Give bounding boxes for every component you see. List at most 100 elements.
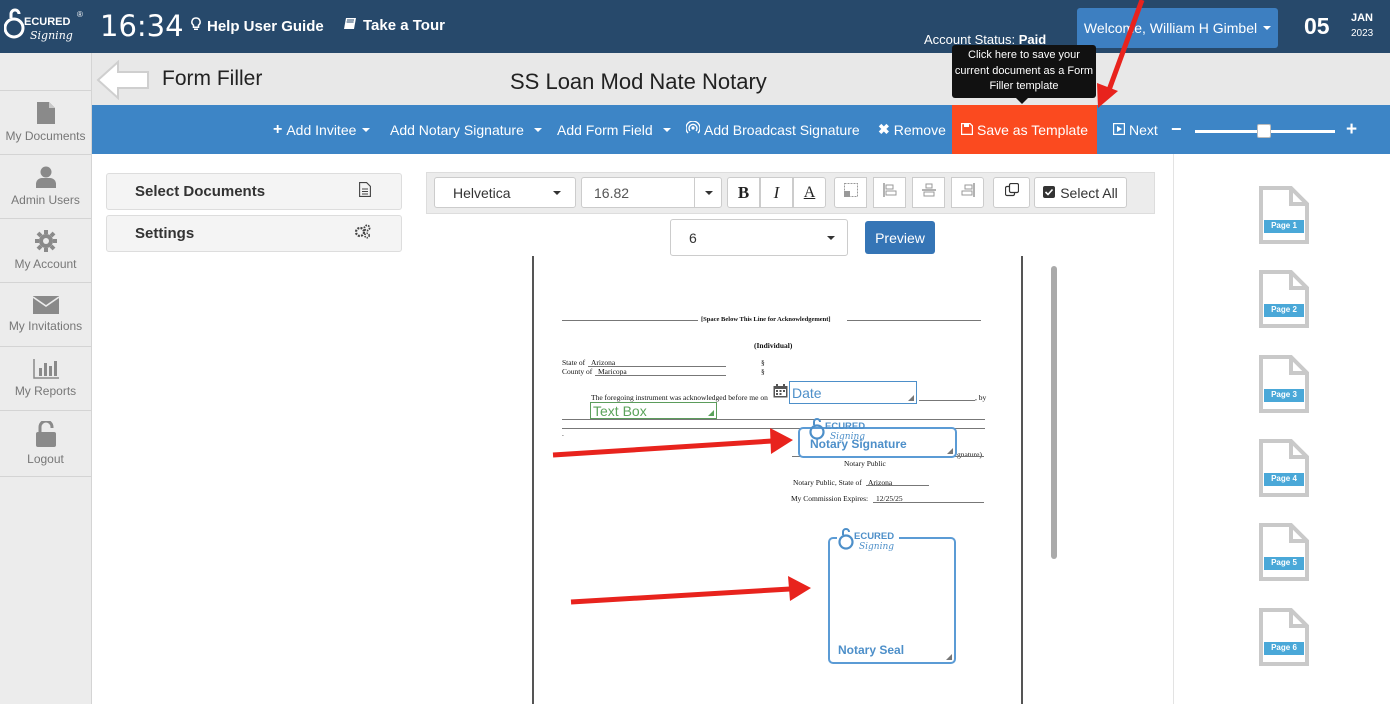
page-thumbnail[interactable]: Page 6 — [1259, 608, 1309, 666]
thumbnail-column-divider — [1173, 154, 1174, 704]
zoom-out-button[interactable]: − — [1171, 105, 1182, 154]
save-template-tooltip: Click here to save your current document… — [952, 45, 1096, 104]
seal-logo-text-1: ECURED — [854, 531, 894, 542]
select-all-label: Select All — [1060, 184, 1118, 201]
by-text: , by — [975, 393, 987, 402]
add-broadcast-signature-button[interactable]: Add Broadcast Signature — [685, 105, 860, 154]
page-thumbnail[interactable]: Page 1 — [1259, 186, 1309, 244]
zoom-slider-handle[interactable] — [1257, 124, 1271, 138]
floppy-icon — [960, 122, 973, 138]
align-size-button[interactable] — [834, 177, 867, 208]
resize-handle-icon[interactable] — [708, 410, 714, 416]
sidebar-item-my-invitations[interactable]: My Invitations — [0, 283, 91, 347]
space-below-line-text: [Space Below This Line for Acknowledgeme… — [701, 316, 831, 323]
sidebar-item-my-reports[interactable]: My Reports — [0, 347, 91, 411]
align-right-icon — [961, 183, 975, 202]
sidebar-item-label: My Documents — [5, 129, 86, 143]
align-right-button[interactable] — [951, 177, 984, 208]
page-thumbnail-label: Page 2 — [1271, 305, 1297, 314]
zoom-in-button[interactable]: + — [1346, 105, 1357, 154]
page-thumbnail-icon — [1259, 439, 1309, 497]
settings-button[interactable]: Settings — [106, 215, 402, 252]
align-left-button[interactable] — [873, 177, 906, 208]
sidebar-item-my-account[interactable]: My Account — [0, 219, 91, 283]
italic-button[interactable]: I — [760, 177, 793, 208]
play-square-icon — [1113, 122, 1126, 138]
chevron-down-icon — [362, 127, 371, 132]
remove-button[interactable]: ✖ Remove — [878, 105, 946, 154]
resize-handle-icon[interactable] — [908, 395, 914, 401]
page-thumbnail-icon — [1259, 608, 1309, 666]
document-scrollbar[interactable] — [1051, 266, 1057, 559]
gear-icon — [34, 230, 57, 252]
add-notary-signature-button[interactable]: Add Notary Signature — [390, 105, 542, 154]
page-thumbnail[interactable]: Page 2 — [1259, 270, 1309, 328]
preview-button[interactable]: Preview — [865, 221, 935, 254]
chevron-down-icon — [553, 190, 561, 195]
divider-line — [562, 320, 698, 321]
sidebar-item-logout[interactable]: Logout — [0, 411, 91, 477]
page-thumbnail-icon — [1259, 270, 1309, 328]
chevron-down-icon — [827, 235, 835, 240]
secured-signing-logo[interactable]: ECURED Signing ® — [3, 6, 88, 46]
remove-label: Remove — [893, 121, 946, 138]
take-a-tour-link[interactable]: Take a Tour — [343, 17, 445, 34]
page-thumbnail[interactable]: Page 5 — [1259, 523, 1309, 581]
font-size-value: 16.82 — [594, 184, 630, 201]
align-center-button[interactable] — [912, 177, 945, 208]
sidebar-spacer — [0, 53, 91, 91]
select-documents-label: Select Documents — [135, 183, 266, 200]
resize-handle-icon[interactable] — [947, 448, 953, 454]
font-select[interactable]: Helvetica — [434, 177, 576, 208]
settings-label: Settings — [135, 225, 195, 242]
date-field[interactable]: Date — [789, 381, 917, 404]
text-color-button[interactable]: A — [793, 177, 826, 208]
chevron-down-icon — [533, 127, 542, 132]
page-thumbnail-label: Page 5 — [1271, 558, 1297, 567]
page-select-value: 6 — [689, 229, 697, 246]
sidebar-item-my-documents[interactable]: My Documents — [0, 91, 91, 155]
sidebar-item-label: My Account — [14, 257, 77, 271]
page-thumbnail-label: Page 6 — [1271, 643, 1297, 652]
period-text: . — [562, 429, 564, 438]
close-icon: ✖ — [878, 121, 890, 137]
resize-handle-icon[interactable] — [946, 654, 952, 660]
next-button[interactable]: Next — [1113, 105, 1158, 154]
sidebar-item-label: Admin Users — [11, 193, 80, 207]
sidebar-item-admin-users[interactable]: Admin Users — [0, 155, 91, 219]
svg-text:®: ® — [77, 10, 83, 19]
bar-chart-icon — [32, 359, 59, 379]
lock-icon — [35, 421, 56, 447]
add-form-field-button[interactable]: Add Form Field — [557, 105, 671, 154]
commission-label: My Commission Expires: — [791, 494, 869, 503]
gears-icon — [354, 224, 371, 243]
section-mark: § — [761, 367, 765, 376]
welcome-user-menu[interactable]: Welcome, William H Gimbel — [1077, 8, 1278, 48]
select-all-button[interactable]: Select All — [1034, 177, 1127, 208]
page-thumbnail[interactable]: Page 4 — [1259, 439, 1309, 497]
chevron-down-icon — [1263, 26, 1272, 30]
page-thumbnail-icon — [1259, 186, 1309, 244]
seal-logo-text-2: Signing — [859, 542, 894, 552]
clock: 16:34 — [100, 9, 184, 43]
save-as-template-button[interactable]: Save as Template — [952, 105, 1097, 154]
page-select[interactable]: 6 — [670, 219, 848, 256]
back-arrow-icon[interactable] — [96, 59, 150, 105]
font-size-dropdown[interactable] — [694, 178, 721, 207]
sidebar-item-label: Logout — [27, 452, 64, 466]
document-icon — [36, 102, 55, 124]
text-box-field[interactable]: Text Box — [590, 402, 717, 419]
stamp-logo-text-1: ECURED — [825, 421, 865, 432]
add-invitee-button[interactable]: + Add Invitee — [273, 105, 371, 154]
page-thumbnail[interactable]: Page 3 — [1259, 355, 1309, 413]
date-year: 2023 — [1351, 28, 1374, 39]
select-documents-button[interactable]: Select Documents — [106, 173, 402, 210]
align-center-icon — [921, 183, 936, 202]
add-form-field-label: Add Form Field — [557, 121, 653, 138]
plus-icon: + — [273, 120, 283, 138]
bold-button[interactable]: B — [727, 177, 760, 208]
chevron-down-icon — [705, 190, 713, 195]
notary-state-label: Notary Public, State of — [793, 478, 862, 487]
copy-button[interactable] — [993, 177, 1030, 208]
help-user-guide-link[interactable]: Help User Guide — [191, 17, 324, 35]
